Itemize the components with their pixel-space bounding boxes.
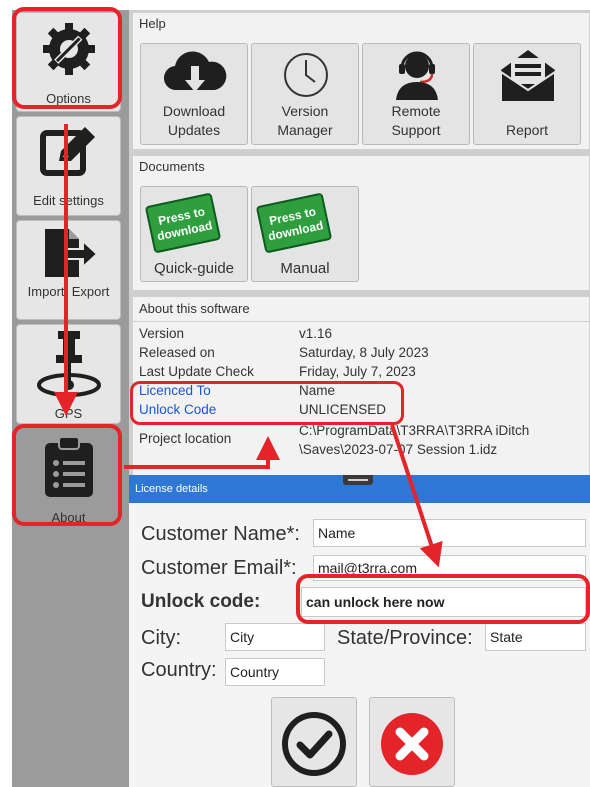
arrow-about-to-licence (124, 436, 280, 469)
annotation-arrows (54, 124, 443, 568)
arrow-licence-to-unlock (390, 424, 443, 568)
